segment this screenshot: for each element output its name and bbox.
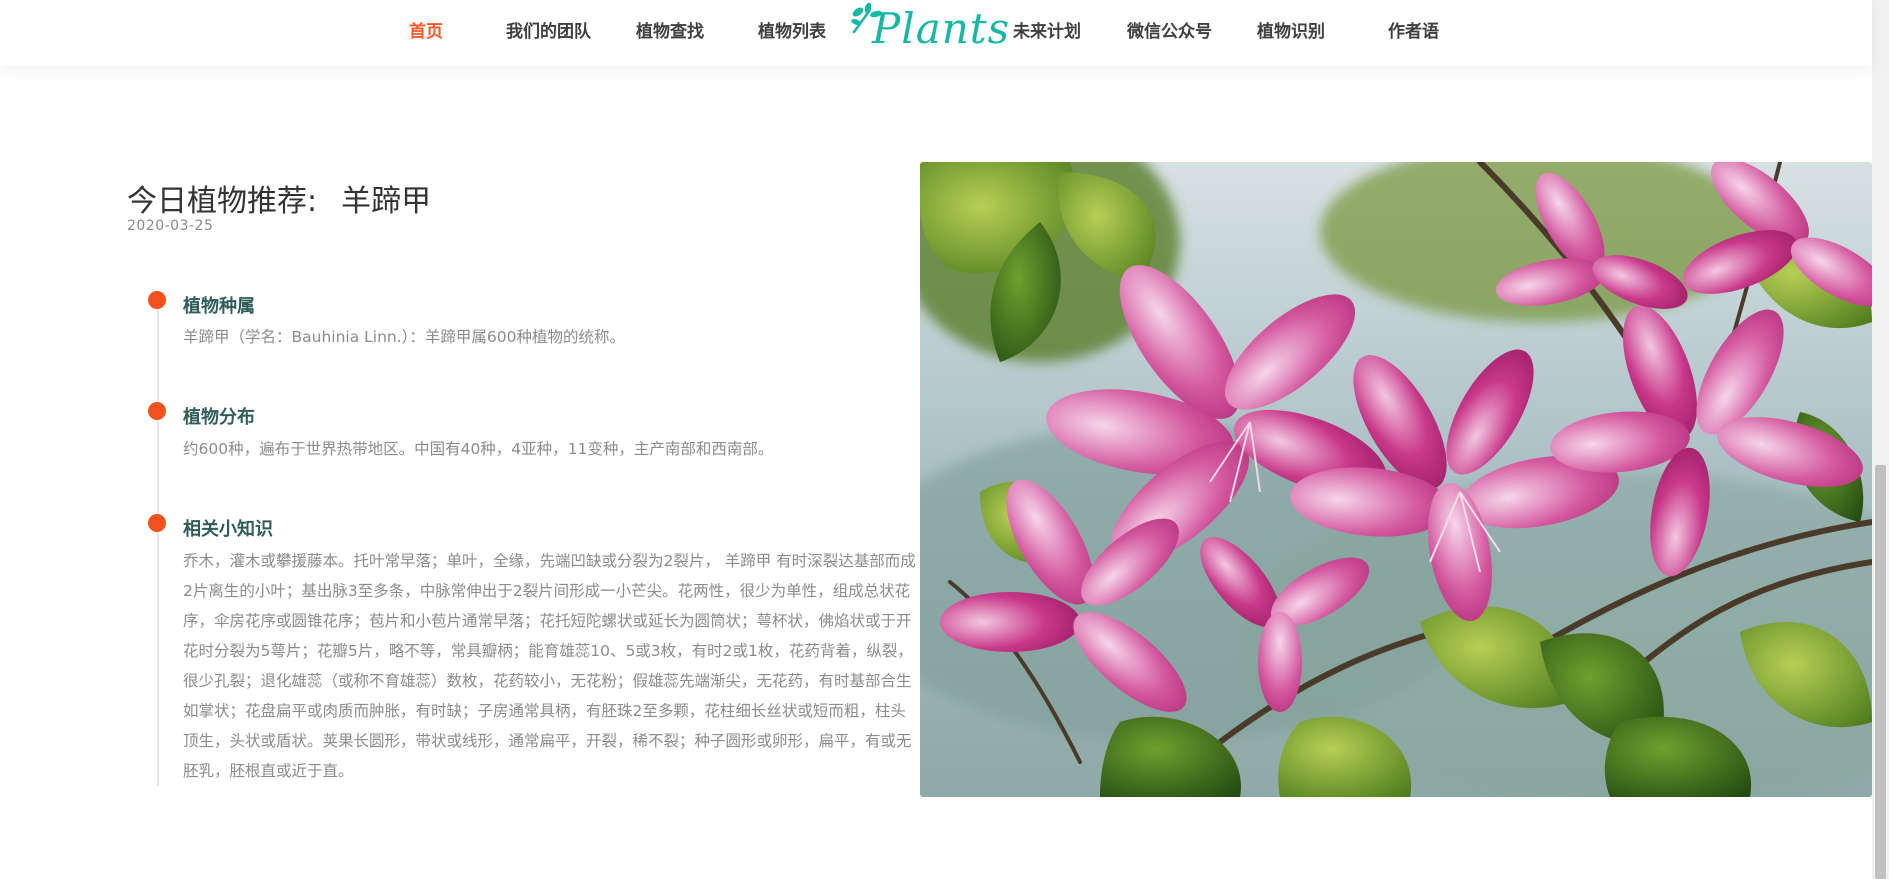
section-heading-knowledge: 相关小知识 — [183, 519, 273, 540]
section-body-knowledge: 乔木，灌木或攀援藤本。托叶常早落；单叶，全缘，先端凹缺或分裂为2裂片， 羊蹄甲 … — [183, 552, 916, 780]
section-body-distribution: 约600种，遍布于世界热带地区。中国有40种，4亚种，11变种，主产南部和西南部… — [183, 440, 774, 458]
plant-name: 羊蹄甲 — [341, 184, 432, 219]
nav-plant-search[interactable]: 植物查找 — [636, 17, 704, 42]
publish-date: 2020-03-25 — [127, 218, 214, 234]
section-heading-genus: 植物种属 — [183, 296, 255, 317]
page-scrollbar[interactable] — [1872, 0, 1889, 879]
site-logo[interactable]: Plants — [850, 0, 1009, 58]
plant-photo — [920, 162, 1872, 797]
nav-home[interactable]: 首页 — [409, 17, 443, 42]
top-nav-bar: 首页 我们的团队 植物查找 植物列表 Plants 未来计划 微信公众号 植物识… — [0, 0, 1872, 66]
timeline-bullet — [148, 402, 166, 420]
nav-plant-identify[interactable]: 植物识别 — [1257, 17, 1325, 42]
timeline-line — [157, 296, 159, 786]
logo-text: Plants — [872, 4, 1011, 53]
page-title: 今日植物推荐: 羊蹄甲 — [127, 176, 431, 220]
timeline-bullet — [148, 291, 166, 309]
title-prefix: 今日植物推荐: — [127, 184, 318, 219]
scrollbar-thumb[interactable] — [1875, 465, 1886, 879]
timeline-bullet — [148, 514, 166, 532]
nav-future-plan[interactable]: 未来计划 — [1013, 17, 1081, 42]
nav-plant-list[interactable]: 植物列表 — [758, 17, 826, 42]
nav-author-note[interactable]: 作者语 — [1388, 17, 1439, 42]
section-body-genus: 羊蹄甲（学名：Bauhinia Linn.）：羊蹄甲属600种植物的统称。 — [183, 328, 625, 346]
bauhinia-flowers-image — [920, 162, 1872, 797]
section-heading-distribution: 植物分布 — [183, 407, 255, 428]
nav-wechat-account[interactable]: 微信公众号 — [1127, 17, 1212, 42]
nav-our-team[interactable]: 我们的团队 — [506, 17, 591, 42]
